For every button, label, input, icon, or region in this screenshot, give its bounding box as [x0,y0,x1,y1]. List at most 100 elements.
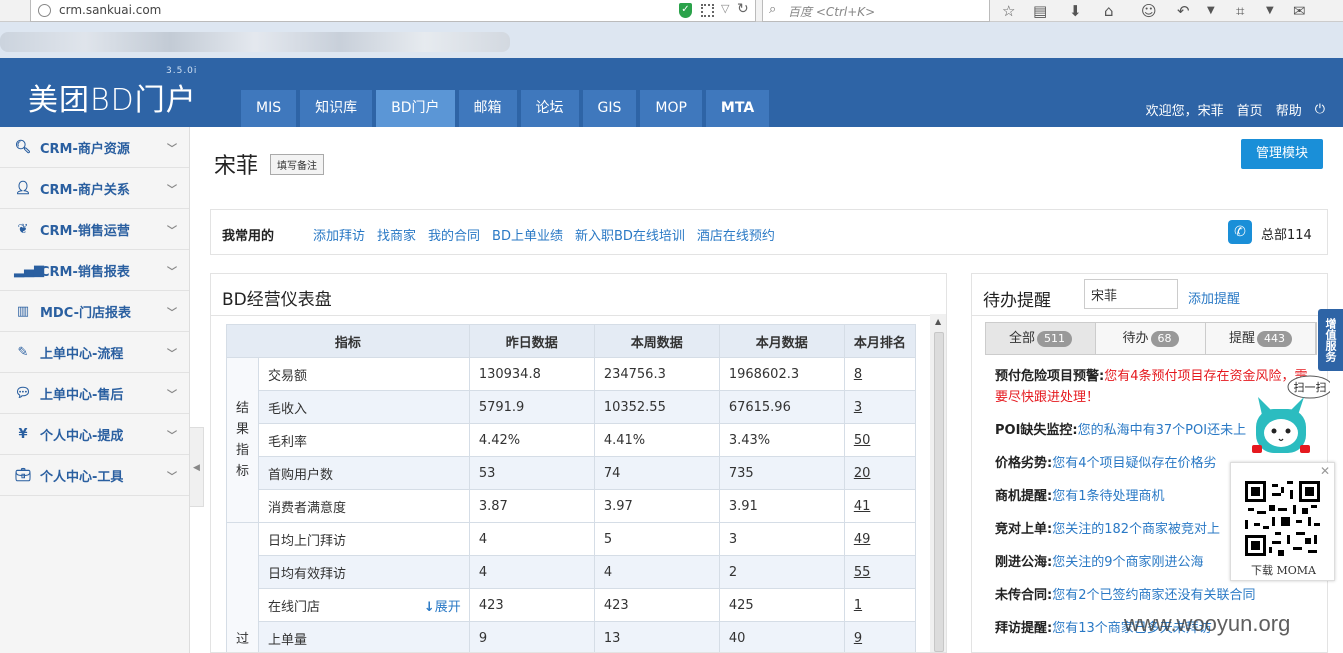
url-text[interactable]: crm.sankuai.com [59,3,161,17]
rank-link[interactable]: 1 [854,598,862,613]
todo-search-input[interactable]: 宋菲 [1084,279,1178,309]
rank-link[interactable]: 50 [854,433,871,448]
tab-reminders[interactable]: 提醒 443 [1206,323,1316,354]
sidebar-item-mdc-store-report[interactable]: ▥ MDC-门店报表 ﹀ [0,291,189,332]
nav-tab-mta[interactable]: MTA [705,90,770,127]
todo-item-link[interactable]: 您关注的9个商家刚进公海 [1052,555,1203,570]
count-badge: 68 [1150,331,1179,347]
todo-item-link[interactable]: 您有4个项目疑似存在价格劣 [1052,456,1216,471]
week-cell: 423 [593,588,720,622]
tab-pending[interactable]: 待办 68 [1096,323,1206,354]
smiley-icon[interactable]: ☺ [1141,2,1157,20]
help-link[interactable]: 帮助 [1276,100,1302,119]
value-added-services-tab[interactable]: 增值服务 [1318,309,1343,371]
sidebar-item-commission[interactable]: ¥ 个人中心-提成 ﹀ [0,414,189,455]
undo-icon[interactable]: ↶ [1177,2,1190,20]
sidebar-collapse-handle[interactable]: ◀ [190,427,204,507]
scroll-up-icon[interactable]: ▲ [935,317,941,326]
month-cell: 735 [718,456,845,490]
logo-main: 美团 [28,83,90,118]
add-reminder-link[interactable]: 添加提醒 [1188,288,1240,307]
manage-modules-button[interactable]: 管理模块 [1241,139,1323,169]
chevron-down-icon: ﹀ [167,144,177,155]
close-icon[interactable]: ✕ [1320,464,1330,478]
chevron-down-icon[interactable]: ▼ [1207,5,1215,16]
sidebar-item-crm-sales-ops[interactable]: ❦ CRM-销售运营 ﹀ [0,209,189,250]
version-label: 3.5.0i [166,66,198,76]
chevron-down-icon: ﹀ [167,267,177,278]
rank-link[interactable]: 41 [854,499,871,514]
reading-list-icon[interactable]: ▤ [1033,2,1047,20]
sidebar-item-crm-sales-report[interactable]: ▂▄▆ CRM-销售报表 ﹀ [0,250,189,291]
col-header-month: 本月数据 [718,324,845,358]
sidebar-item-tools[interactable]: 💼︎ 个人中心-工具 ﹀ [0,455,189,496]
dashboard-table: 指标 昨日数据 本周数据 本月数据 本月排名 结果指标 交易额 130934.8… [226,324,917,652]
todo-item-link[interactable]: 您有1条待处理商机 [1052,489,1164,504]
todo-item-link[interactable]: 您关注的182个商家被竞对上 [1052,522,1220,537]
sidebar-item-crm-merchant-resources[interactable]: 🔍︎ CRM-商户资源 ﹀ [0,127,189,168]
comment-icon: 💬︎ [14,385,32,401]
rank-link[interactable]: 49 [854,532,871,547]
week-cell: 4.41% [593,423,720,457]
table-row: 消费者满意度 3.87 3.97 3.91 41 [227,489,917,523]
nav-tab-mis[interactable]: MIS [241,90,297,127]
nav-tab-mop[interactable]: MOP [640,90,702,127]
reload-icon[interactable]: ↻ [737,1,749,17]
chevron-down-icon[interactable]: ▼ [1266,5,1274,16]
qr-download-box: ✕ 下载 MOMA [1230,462,1335,581]
nav-tab-knowledge[interactable]: 知识库 [300,90,373,127]
address-bar[interactable]: crm.sankuai.com ✓ ▽ ↻ [30,0,756,22]
download-icon[interactable]: ⬇ [1069,2,1082,20]
user-name: 宋菲 [1197,104,1224,119]
home-link[interactable]: 首页 [1237,100,1263,119]
fav-link-training[interactable]: 新入职BD在线培训 [575,225,685,244]
fav-link-find-merchant[interactable]: 找商家 [377,225,416,244]
fav-link-my-contracts[interactable]: 我的合同 [428,225,480,244]
rank-link[interactable]: 9 [854,631,862,646]
todo-item-link[interactable]: 您有2个已签约商家还没有关联合同 [1052,588,1255,603]
todo-item-title: 预付危险项目预警: [995,369,1105,384]
chevron-down-icon: ﹀ [167,472,177,483]
qr-icon[interactable] [701,4,714,17]
rank-cell: 49 [843,522,917,556]
sidebar-item-label: 上单中心-流程 [40,346,124,362]
col-header-metric: 指标 [226,324,470,358]
hq-hotline[interactable]: 总部114 [1261,224,1312,243]
todo-item-link[interactable]: 您的私海中有37个POI还未上 [1078,423,1246,438]
rank-link[interactable]: 20 [854,466,871,481]
fav-link-hotel-booking[interactable]: 酒店在线预约 [697,225,775,244]
home-icon[interactable]: ⌂ [1104,2,1114,20]
crop-icon[interactable]: ⌗ [1236,2,1244,20]
chat-icon[interactable]: ✉ [1293,2,1306,20]
nav-tab-forum[interactable]: 论坛 [520,90,579,127]
edit-icon: ✎ [17,344,29,360]
power-icon[interactable]: ⏻ [1315,102,1325,117]
star-icon[interactable]: ☆ [1002,2,1015,20]
rank-link[interactable]: 3 [854,400,862,415]
nav-tab-gis[interactable]: GIS [582,90,637,127]
nav-tab-bd-portal[interactable]: BD门户 [376,90,455,127]
shield-icon[interactable]: ✓ [679,3,692,18]
sidebar-item-listing-process[interactable]: ✎ 上单中心-流程 ﹀ [0,332,189,373]
expand-link[interactable]: ↓展开 [424,596,461,615]
add-note-button[interactable]: 填写备注 [270,153,325,175]
dashboard-scrollbar[interactable]: ▲ [930,314,946,652]
fav-link-bd-performance[interactable]: BD上单业绩 [492,225,563,244]
browser-search-input[interactable]: ⌕ 百度 <Ctrl+K> [762,0,990,22]
metric-cell: 毛收入 [258,390,470,424]
todo-tabs: 全部 511 待办 68 提醒 443 [985,322,1317,355]
tab-all[interactable]: 全部 511 [986,323,1096,354]
fav-link-add-visit[interactable]: 添加拜访 [313,225,365,244]
rank-link[interactable]: 55 [854,565,871,580]
logo[interactable]: 美团BD门户 [28,75,197,119]
rank-link[interactable]: 8 [854,367,862,382]
yesterday-cell: 130934.8 [468,357,595,391]
welcome-text: 欢迎您， [1145,104,1198,119]
dropdown-arrow-icon[interactable]: ▽ [721,2,729,15]
sidebar-item-label: MDC-门店报表 [40,305,131,321]
nav-tab-mail[interactable]: 邮箱 [458,90,517,127]
rank-cell: 50 [843,423,917,457]
scrollbar-thumb[interactable] [934,332,944,652]
sidebar-item-crm-merchant-relations[interactable]: 👤︎ CRM-商户关系 ﹀ [0,168,189,209]
sidebar-item-listing-aftersales[interactable]: 💬︎ 上单中心-售后 ﹀ [0,373,189,414]
